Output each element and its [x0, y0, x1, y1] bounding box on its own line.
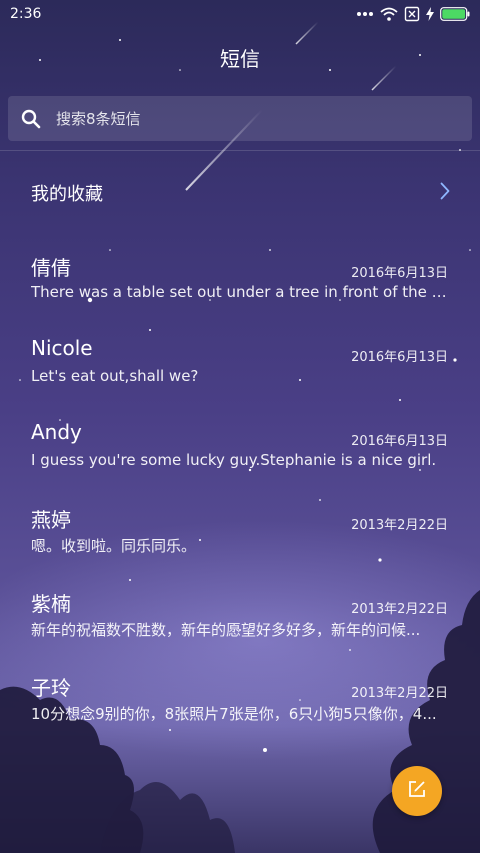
message-date: 2013年2月22日: [351, 602, 448, 617]
contact-name: Andy: [31, 420, 82, 444]
favorites-row[interactable]: 我的收藏: [0, 162, 480, 224]
message-preview: 10分想念9别的你，8张照片7张是你，6只小狗5只像你，4...: [31, 705, 437, 723]
message-preview: 嗯。收到啦。同乐同乐。: [31, 537, 197, 555]
divider: [0, 150, 480, 151]
message-preview: Let's eat out,shall we?: [31, 367, 199, 385]
compose-icon: [407, 779, 427, 803]
contact-name: 紫楠: [31, 592, 71, 616]
conversation-item[interactable]: Andy 2016年6月13日 I guess you're some luck…: [0, 420, 480, 500]
conversation-item[interactable]: 燕婷 2013年2月22日 嗯。收到啦。同乐同乐。: [0, 504, 480, 584]
message-preview: There was a table set out under a tree i…: [31, 283, 449, 301]
more-dots-icon: [356, 10, 374, 18]
wifi-icon: [380, 7, 398, 21]
conversation-item[interactable]: 紫楠 2013年2月22日 新年的祝福数不胜数，新年的愿望好多好多，新年的问候.…: [0, 588, 480, 668]
message-date: 2016年6月13日: [351, 434, 448, 449]
compose-button[interactable]: [392, 766, 442, 816]
message-preview: I guess you're some lucky guy.Stephanie …: [31, 451, 437, 469]
status-time: 2:36: [10, 6, 42, 22]
page-title: 短信: [220, 46, 260, 71]
favorites-label: 我的收藏: [31, 184, 103, 205]
charging-bolt-icon: [426, 7, 434, 21]
title-bar: 短信: [0, 28, 480, 86]
contact-name: 燕婷: [31, 508, 71, 532]
message-date: 2013年2月22日: [351, 518, 448, 533]
sim-off-icon: [404, 6, 420, 22]
chevron-right-icon: [440, 182, 450, 204]
status-icons: [356, 6, 470, 22]
conversation-item[interactable]: 倩倩 2016年6月13日 There was a table set out …: [0, 252, 480, 332]
status-bar: 2:36: [0, 0, 480, 28]
message-date: 2016年6月13日: [351, 266, 448, 281]
contact-name: 倩倩: [31, 256, 71, 280]
contact-name: 子玲: [31, 676, 71, 700]
message-date: 2013年2月22日: [351, 686, 448, 701]
search-placeholder: 搜索8条短信: [56, 110, 141, 128]
contact-name: Nicole: [31, 336, 93, 360]
search-icon: [10, 96, 52, 141]
conversation-item[interactable]: 子玲 2013年2月22日 10分想念9别的你，8张照片7张是你，6只小狗5只像…: [0, 672, 480, 752]
message-date: 2016年6月13日: [351, 350, 448, 365]
battery-icon: [440, 7, 470, 21]
message-preview: 新年的祝福数不胜数，新年的愿望好多好多，新年的问候...: [31, 621, 421, 639]
search-input[interactable]: 搜索8条短信: [8, 96, 472, 141]
conversation-item[interactable]: Nicole 2016年6月13日 Let's eat out,shall we…: [0, 336, 480, 416]
